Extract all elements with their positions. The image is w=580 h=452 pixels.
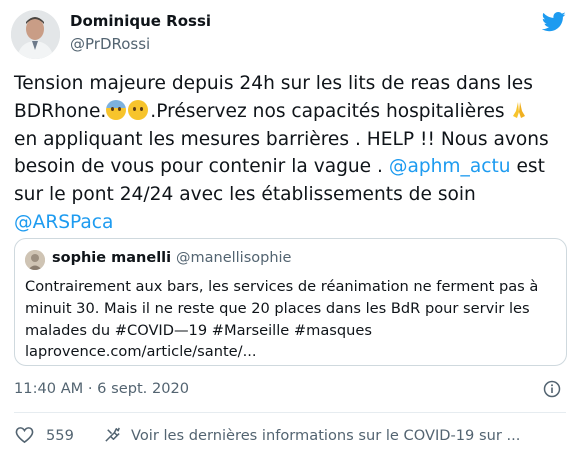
folded-hands-icon [512, 101, 525, 118]
quoted-tweet[interactable]: sophie manelli @manellisophie Contrairem… [14, 238, 567, 366]
tweet-line: Tension majeure depuis 24h sur les lits … [14, 73, 533, 94]
tweet-timestamp[interactable]: 11:40 AM · 6 sept. 2020 [14, 380, 189, 397]
heart-icon[interactable] [15, 426, 34, 444]
avatar-photo [11, 10, 60, 59]
like-count[interactable]: 559 [46, 427, 74, 444]
quoted-author-name: sophie manelli [52, 250, 172, 266]
mention-link[interactable]: @aphm_actu [389, 156, 511, 177]
twitter-bird-icon[interactable] [542, 12, 566, 32]
tweet-line: BDRhone. .Préservez nos capacités hospita… [14, 98, 570, 126]
quoted-line: malades du #COVID—19 #Marseille #masques [25, 321, 372, 339]
tweet-text-segment: besoin de vous pour contenir la vague . [14, 156, 389, 178]
author-avatar[interactable] [11, 10, 60, 59]
quoted-avatar[interactable] [25, 250, 45, 270]
author-name[interactable]: Dominique Rossi [70, 12, 211, 30]
tweet-text-segment: est [510, 156, 545, 178]
quoted-text: Contrairement aux bars, les services de … [25, 276, 565, 363]
tweet-text-segment: .Préservez nos capacités hospitalières [150, 100, 505, 122]
quoted-line: Contrairement aux bars, les services de … [25, 278, 539, 295]
tweet-line: besoin de vous pour contenir la vague . … [14, 153, 570, 181]
quoted-line: minuit 30. Mais il ne reste que 20 place… [25, 299, 530, 317]
sad-relieved-face-icon [128, 99, 149, 120]
tweet-text: Tension majeure depuis 24h sur les lits … [14, 70, 570, 237]
covid-info-icon[interactable] [103, 425, 122, 444]
tweet-line: en appliquant les mesures barrières . HE… [14, 128, 549, 150]
divider [14, 412, 566, 413]
tweet-text-segment: BDRhone. [14, 100, 107, 122]
tweet-line: sur le pont 24/24 avec les établissement… [14, 184, 476, 206]
quoted-author-handle: @manellisophie [176, 250, 292, 266]
author-handle[interactable]: @PrDRossi [70, 35, 150, 53]
covid-info-link[interactable]: Voir les dernières informations sur le C… [131, 427, 520, 444]
quoted-avatar-photo [25, 250, 45, 270]
quoted-line: laprovence.com/article/sante/... [25, 343, 257, 361]
info-icon[interactable] [543, 380, 561, 398]
mention-link[interactable]: @ARSPaca [14, 209, 570, 237]
anxious-face-with-sweat-icon [106, 99, 127, 120]
